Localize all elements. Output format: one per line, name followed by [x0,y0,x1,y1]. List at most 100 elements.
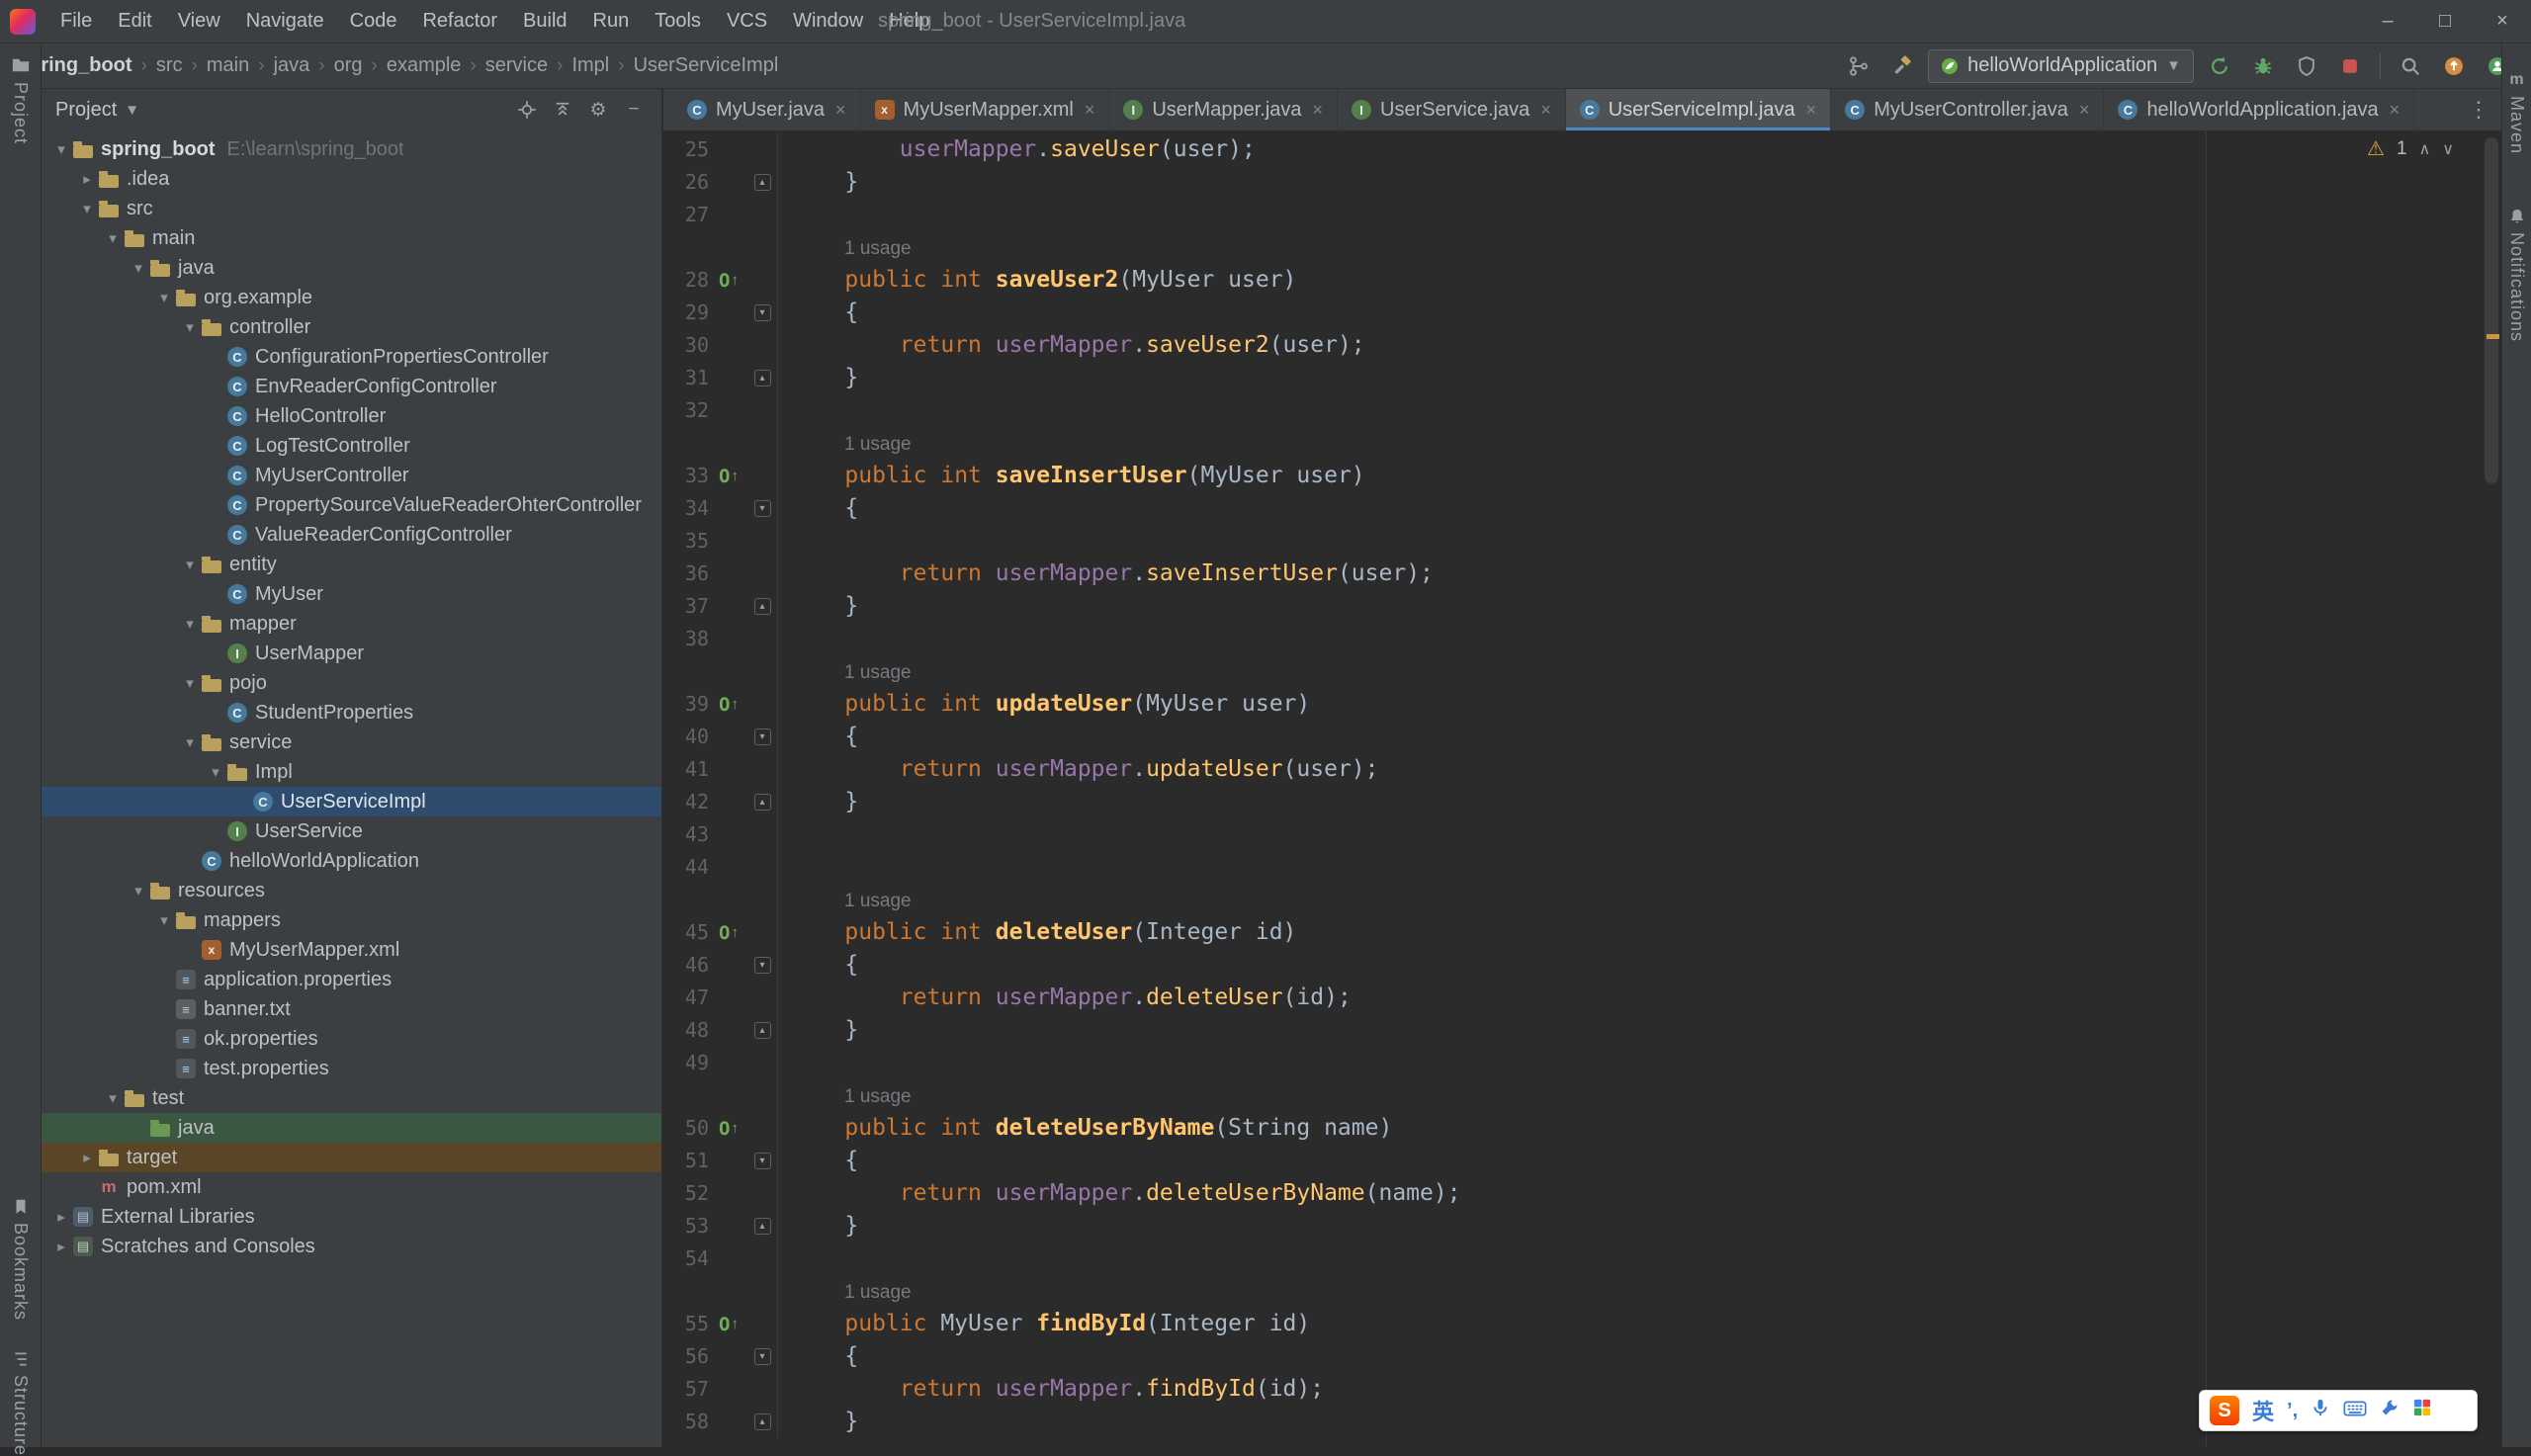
vcs-branch-icon[interactable] [1841,48,1876,84]
code-line[interactable]: 1 usage [663,655,2482,688]
code-line[interactable]: 42 ▴ } [663,786,2482,818]
coverage-icon[interactable] [2289,48,2324,84]
code-line[interactable]: 56 ▾ { [663,1340,2482,1373]
chevron-open-icon[interactable]: ▾ [204,763,227,781]
code-line[interactable]: 37 ▴ } [663,590,2482,623]
build-hammer-icon[interactable] [1884,48,1920,84]
chevron-down-icon[interactable]: ▼ [125,102,139,119]
chevron-open-icon[interactable]: ▾ [127,259,150,277]
chevron-open-icon[interactable]: ▾ [152,289,176,306]
tab-options-icon[interactable]: ⋮ [2456,89,2501,130]
close-tab-icon[interactable]: × [835,100,846,121]
fold-marker-icon[interactable]: ▾ [753,500,771,517]
chevron-open-icon[interactable]: ▾ [127,882,150,899]
tree-item-mappers[interactable]: ▾ mappers [42,905,661,935]
rerun-icon[interactable] [2202,48,2237,84]
close-tab-icon[interactable]: × [2079,100,2090,121]
fold-marker-icon[interactable]: ▴ [753,1413,771,1430]
code-line[interactable]: 48 ▴ } [663,1014,2482,1047]
chevron-open-icon[interactable]: ▾ [178,318,202,336]
ime-toolbox-icon[interactable] [2380,1398,2400,1423]
chevron-open-icon[interactable]: ▾ [101,1089,125,1107]
code-line[interactable]: 55 O ↑ public MyUser findById(Integer id) [663,1308,2482,1340]
usage-hint[interactable]: 1 usage [844,1282,912,1303]
close-tab-icon[interactable]: × [1085,100,1095,121]
override-marker-icon[interactable]: O ↑ [709,1314,748,1335]
fold-marker-icon[interactable]: ▾ [753,728,771,745]
settings-gear-icon[interactable]: ⚙ [584,96,612,124]
tab-MyUser.java[interactable]: C MyUser.java × [673,89,861,130]
run-configuration-select[interactable]: helloWorldApplication ▼ [1928,48,2194,83]
tool-button-maven[interactable]: m Maven [2502,71,2531,154]
code-line[interactable]: 33 O ↑ public int saveInsertUser(MyUser us… [663,460,2482,492]
tree-item-java[interactable]: java [42,1113,661,1143]
breadcrumb-item-src[interactable]: src [154,54,185,77]
usage-hint[interactable]: 1 usage [844,1086,912,1107]
tool-button-structure[interactable]: Structure [0,1350,41,1456]
menu-edit[interactable]: Edit [105,0,164,43]
fold-marker-icon[interactable]: ▾ [753,1153,771,1169]
tree-item-UserServiceImpl[interactable]: C UserServiceImpl [42,787,661,816]
code-line[interactable]: 1 usage [663,231,2482,264]
fold-marker-icon[interactable]: ▾ [753,1348,771,1365]
code-line[interactable]: 47 return userMapper.deleteUser(id); [663,982,2482,1014]
breadcrumb-item-service[interactable]: service [483,54,550,77]
tree-item-src[interactable]: ▾ src [42,194,661,223]
tree-item-External Libraries[interactable]: ▸ ▤ External Libraries [42,1202,661,1232]
tree-item-Impl[interactable]: ▾ Impl [42,757,661,787]
tree-item-service[interactable]: ▾ service [42,728,661,757]
breadcrumb-item-java[interactable]: java [272,54,312,77]
code-line[interactable]: 26 ▴ } [663,166,2482,199]
code-line[interactable]: 36 return userMapper.saveInsertUser(user… [663,557,2482,590]
ime-keyboard-icon[interactable] [2343,1400,2367,1422]
tree-item-PropertySourceValueReaderOhterController[interactable]: C PropertySourceValueReaderOhterControlle… [42,490,661,520]
breadcrumb-item-Impl[interactable]: Impl [569,54,611,77]
tab-UserMapper.java[interactable]: I UserMapper.java × [1109,89,1339,130]
next-problem-icon[interactable]: ∨ [2442,139,2454,159]
chevron-open-icon[interactable]: ▾ [178,733,202,751]
chevron-open-icon[interactable]: ▾ [178,556,202,573]
ime-mic-icon[interactable] [2311,1398,2330,1423]
code-line[interactable]: 52 return userMapper.deleteUserByName(na… [663,1177,2482,1210]
code-editor[interactable]: 25 userMapper.saveUser(user); 26 ▴ } 27 1 us… [663,131,2501,1447]
select-opened-file-icon[interactable] [513,96,541,124]
tree-item-pom.xml[interactable]: m pom.xml [42,1172,661,1202]
fold-marker-icon[interactable]: ▴ [753,1022,771,1039]
tree-item-main[interactable]: ▾ main [42,223,661,253]
ide-update-icon[interactable] [2436,48,2472,84]
menu-vcs[interactable]: VCS [714,0,780,43]
tool-button-project[interactable]: Project [0,55,41,144]
tree-item-spring_boot[interactable]: ▾ spring_boot E:\learn\spring_boot [42,134,661,164]
minimize-button[interactable]: – [2359,0,2416,43]
code-line[interactable]: 1 usage [663,1079,2482,1112]
tab-MyUserController.java[interactable]: C MyUserController.java × [1831,89,2105,130]
menu-window[interactable]: Window [780,0,876,43]
tree-item-test[interactable]: ▾ test [42,1083,661,1113]
tree-item-MyUser[interactable]: C MyUser [42,579,661,609]
fold-marker-icon[interactable]: ▾ [753,957,771,974]
tree-item-ValueReaderConfigController[interactable]: C ValueReaderConfigController [42,520,661,550]
tab-helloWorldApplication.java[interactable]: ChelloWorldApplication.java × [2104,89,2415,130]
code-line[interactable]: 40 ▾ { [663,721,2482,753]
tree-item-target[interactable]: ▸ target [42,1143,661,1172]
fold-marker-icon[interactable]: ▴ [753,370,771,386]
code-line[interactable]: 38 [663,623,2482,655]
code-line[interactable]: 54 [663,1242,2482,1275]
chevron-closed-icon[interactable]: ▸ [49,1208,73,1226]
usage-hint[interactable]: 1 usage [844,434,912,455]
code-line[interactable]: 28 O ↑ public int saveUser2(MyUser user) [663,264,2482,297]
ime-language-mode[interactable]: 英 [2252,1395,2274,1426]
breadcrumb-item-example[interactable]: example [385,54,464,77]
override-marker-icon[interactable]: O ↑ [709,694,748,716]
menu-refactor[interactable]: Refactor [409,0,510,43]
search-icon[interactable] [2393,48,2428,84]
close-button[interactable]: × [2474,0,2531,43]
menu-build[interactable]: Build [510,0,579,43]
debug-icon[interactable] [2245,48,2281,84]
code-line[interactable]: 30 return userMapper.saveUser2(user); [663,329,2482,362]
tree-item-MyUserMapper.xml[interactable]: x MyUserMapper.xml [42,935,661,965]
code-line[interactable]: 27 [663,199,2482,231]
code-line[interactable]: 1 usage [663,1275,2482,1308]
usage-hint[interactable]: 1 usage [844,891,912,911]
breadcrumb-item-main[interactable]: main [205,54,251,77]
